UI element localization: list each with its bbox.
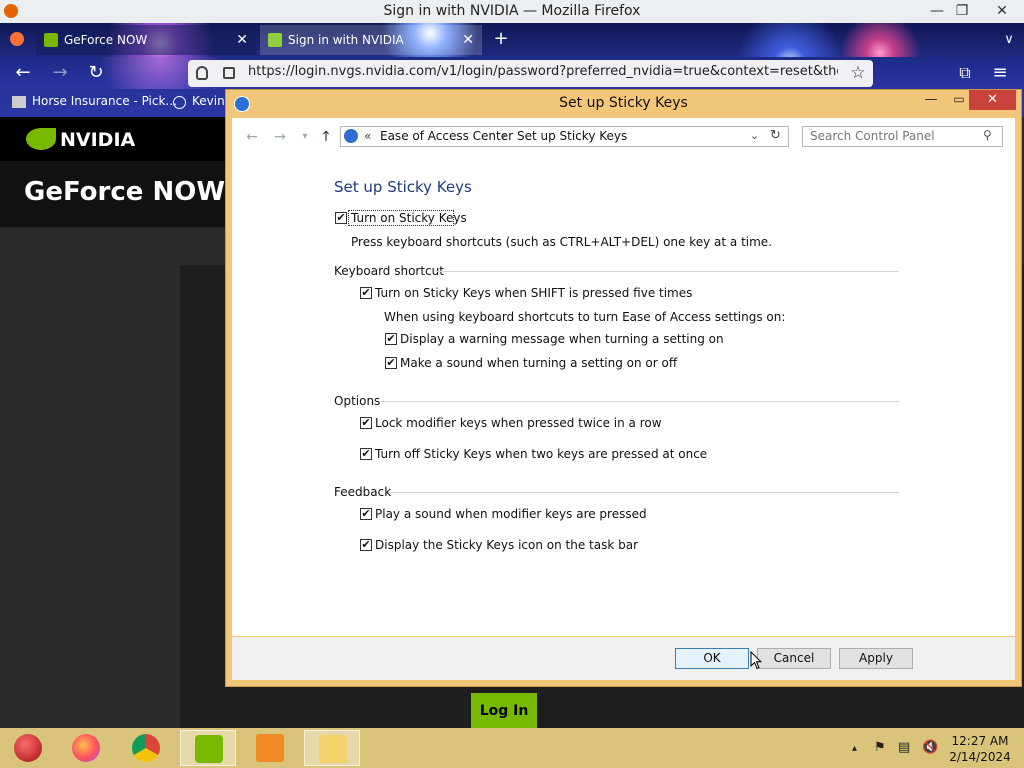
media-player-icon bbox=[256, 734, 284, 762]
url-text[interactable]: https://login.nvgs.nvidia.com/v1/login/p… bbox=[248, 64, 838, 79]
section-divider bbox=[436, 271, 899, 272]
shift-five-times-label[interactable]: Turn on Sticky Keys when SHIFT is presse… bbox=[375, 286, 692, 300]
options-section-title: Options bbox=[334, 394, 381, 408]
reload-button[interactable]: ↻ bbox=[83, 61, 109, 85]
tab-label: GeForce NOW bbox=[64, 33, 148, 47]
section-divider bbox=[388, 492, 899, 493]
window-restore-button[interactable]: ❐ bbox=[947, 2, 977, 20]
up-button[interactable]: ↑ bbox=[316, 127, 336, 147]
extensions-icon[interactable]: ⧉ bbox=[953, 62, 977, 84]
new-tab-button[interactable]: + bbox=[490, 27, 512, 51]
breadcrumb-ease-of-access-center[interactable]: Ease of Access Center bbox=[380, 129, 513, 143]
start-button[interactable] bbox=[0, 730, 56, 766]
tab-sign-in-nvidia[interactable]: Sign in with NVIDIA ✕ bbox=[260, 25, 482, 55]
network-icon[interactable]: ▤ bbox=[898, 740, 910, 755]
tracking-shield-icon[interactable] bbox=[196, 66, 208, 80]
show-hidden-icons-button[interactable]: ▴ bbox=[852, 743, 857, 754]
taskbar-firefox[interactable] bbox=[58, 730, 114, 766]
geforce-now-title: GeForce NOW bbox=[24, 177, 226, 207]
sticky-keys-description: Press keyboard shortcuts (such as CTRL+A… bbox=[351, 235, 773, 249]
lock-modifier-keys-checkbox[interactable]: ✔ bbox=[360, 417, 372, 429]
breadcrumb-overflow[interactable]: « bbox=[364, 129, 371, 143]
folder-icon bbox=[319, 735, 347, 763]
turn-off-two-keys-label[interactable]: Turn off Sticky Keys when two keys are p… bbox=[375, 447, 707, 461]
tab-geforce-now[interactable]: GeForce NOW ✕ bbox=[36, 25, 256, 55]
turn-off-two-keys-checkbox[interactable]: ✔ bbox=[360, 448, 372, 460]
dialog-close-button[interactable]: ✕ bbox=[969, 90, 1016, 110]
tab-label: Sign in with NVIDIA bbox=[288, 33, 404, 47]
window-title: Sign in with NVIDIA — Mozilla Firefox bbox=[383, 3, 641, 19]
display-warning-checkbox[interactable]: ✔ bbox=[385, 333, 397, 345]
nvidia-eye-logo-icon bbox=[26, 128, 56, 150]
firefox-icon bbox=[72, 734, 100, 762]
breadcrumb-set-up-sticky-keys[interactable]: Set up Sticky Keys bbox=[517, 129, 627, 143]
volume-muted-icon[interactable]: 🔇 bbox=[922, 740, 938, 755]
action-center-flag-icon[interactable]: ⚑ bbox=[874, 740, 886, 755]
taskbar-icon-checkbox[interactable]: ✔ bbox=[360, 539, 372, 551]
apply-button[interactable]: Apply bbox=[839, 648, 913, 669]
make-sound-label[interactable]: Make a sound when turning a setting on o… bbox=[400, 356, 677, 370]
dialog-title: Set up Sticky Keys bbox=[559, 95, 688, 111]
app-menu-icon[interactable]: ≡ bbox=[988, 62, 1012, 84]
lock-modifier-keys-label[interactable]: Lock modifier keys when pressed twice in… bbox=[375, 416, 662, 430]
play-sound-label[interactable]: Play a sound when modifier keys are pres… bbox=[375, 507, 647, 521]
lock-icon[interactable] bbox=[223, 67, 235, 79]
chrome-icon bbox=[132, 734, 160, 762]
firefox-view-icon[interactable] bbox=[10, 32, 24, 46]
nvidia-favicon-icon bbox=[44, 33, 58, 47]
nvidia-brand: NVIDIA bbox=[60, 129, 136, 151]
tab-close-icon[interactable]: ✕ bbox=[462, 25, 474, 55]
geforce-now-icon bbox=[195, 735, 223, 763]
ok-button[interactable]: OK bbox=[675, 648, 749, 669]
cancel-button[interactable]: Cancel bbox=[757, 648, 831, 669]
log-in-button[interactable]: Log In bbox=[471, 693, 537, 729]
bookmark-star-icon[interactable]: ☆ bbox=[847, 62, 869, 84]
breadcrumb-separator[interactable]: › bbox=[502, 129, 506, 142]
ornament-start-icon bbox=[14, 734, 42, 762]
address-dropdown-icon[interactable]: ⌄ bbox=[750, 129, 759, 142]
recent-locations-button[interactable]: ▾ bbox=[295, 127, 315, 147]
turn-on-sticky-keys-checkbox[interactable]: ✔ bbox=[335, 212, 347, 224]
dialog-forward-button[interactable]: → bbox=[270, 127, 290, 147]
bookmark-horse-insurance[interactable]: Horse Insurance - Pick... bbox=[32, 94, 177, 108]
refresh-icon[interactable]: ↻ bbox=[770, 128, 781, 143]
dialog-minimize-button[interactable]: — bbox=[922, 92, 940, 108]
tab-list-button[interactable]: ∨ bbox=[998, 29, 1020, 51]
search-placeholder[interactable]: Search Control Panel bbox=[810, 129, 935, 143]
section-divider bbox=[380, 401, 899, 402]
clock-time[interactable]: 12:27 AM bbox=[948, 734, 1012, 748]
dialog-back-button[interactable]: ← bbox=[242, 127, 262, 147]
make-sound-checkbox[interactable]: ✔ bbox=[385, 357, 397, 369]
dialog-maximize-button[interactable]: ▭ bbox=[950, 92, 968, 108]
taskbar-media-player[interactable] bbox=[242, 730, 298, 766]
shift-five-times-checkbox[interactable]: ✔ bbox=[360, 287, 372, 299]
clock-date[interactable]: 2/14/2024 bbox=[948, 750, 1012, 764]
turn-on-sticky-keys-label[interactable]: Turn on Sticky Keys bbox=[351, 211, 467, 225]
forward-button[interactable]: → bbox=[47, 61, 73, 85]
keyboard-shortcut-section-title: Keyboard shortcut bbox=[334, 264, 444, 278]
control-panel-icon bbox=[344, 129, 358, 143]
taskbar-geforce-now[interactable] bbox=[180, 730, 236, 766]
mouse-cursor-icon bbox=[750, 651, 762, 670]
page-heading: Set up Sticky Keys bbox=[334, 178, 472, 196]
feedback-section-title: Feedback bbox=[334, 485, 392, 499]
play-sound-checkbox[interactable]: ✔ bbox=[360, 508, 372, 520]
window-close-button[interactable]: ✕ bbox=[987, 2, 1017, 20]
shortcut-settings-note: When using keyboard shortcuts to turn Ea… bbox=[384, 310, 786, 324]
bookmark-kevin[interactable]: Kevin bbox=[192, 94, 225, 108]
taskbar-chrome[interactable] bbox=[118, 730, 174, 766]
search-icon[interactable]: ⚲ bbox=[983, 128, 992, 142]
taskbar-icon-label[interactable]: Display the Sticky Keys icon on the task… bbox=[375, 538, 638, 552]
back-button[interactable]: ← bbox=[10, 61, 36, 85]
nvidia-favicon-icon bbox=[268, 33, 282, 47]
bookmark-favicon-icon bbox=[12, 96, 26, 108]
globe-icon bbox=[173, 96, 186, 109]
taskbar-file-explorer[interactable] bbox=[304, 730, 360, 766]
tab-close-icon[interactable]: ✕ bbox=[236, 25, 248, 55]
display-warning-label[interactable]: Display a warning message when turning a… bbox=[400, 332, 724, 346]
